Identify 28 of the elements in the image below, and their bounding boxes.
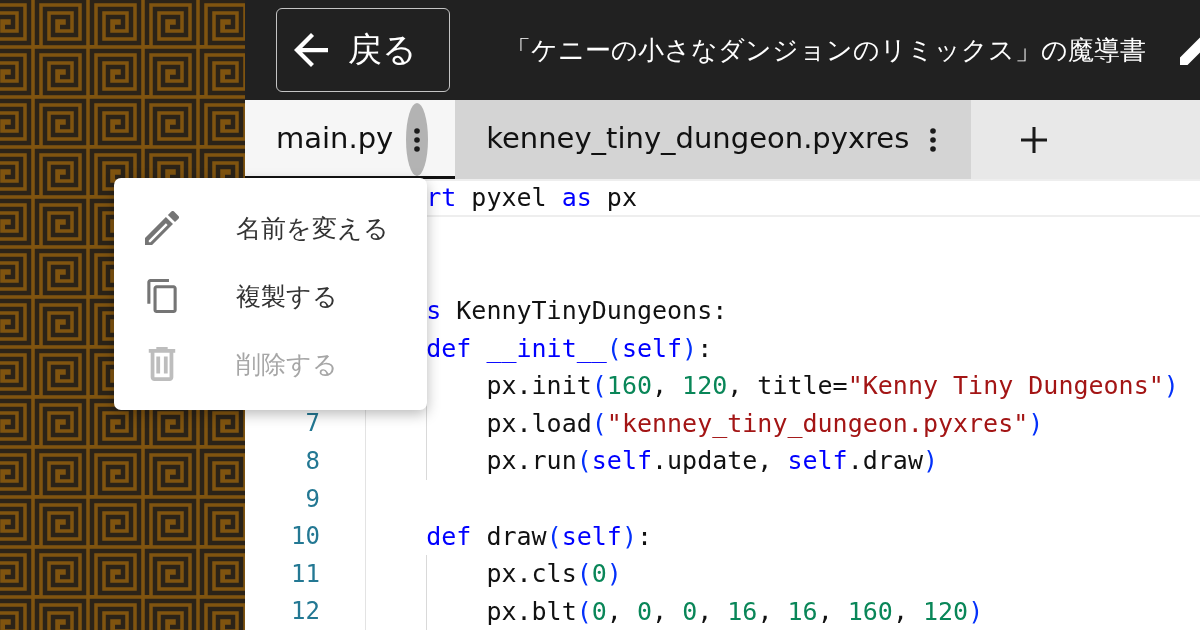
code-line: px.blt(0, 0, 0, 16, 16, 160, 120) — [486, 596, 984, 626]
line-number: 12 — [291, 597, 320, 626]
vertical-dots-icon — [930, 126, 937, 153]
line-number: 7 — [305, 409, 320, 438]
code-line: s KennyTinyDungeons: — [426, 296, 728, 326]
arrow-left-icon — [294, 33, 328, 67]
tab-menu-button[interactable] — [406, 103, 429, 176]
back-button[interactable]: 戻る — [276, 8, 450, 92]
line-number: 11 — [291, 559, 320, 588]
vertical-dots-icon — [414, 126, 421, 153]
plus-icon — [1021, 126, 1048, 153]
menu-item[interactable]: 名前を変える — [114, 194, 427, 262]
code-line: px.cls(0) — [486, 559, 622, 589]
code-line: def draw(self): — [426, 521, 653, 551]
notebook-title: 「ケニーの小さなダンジョンのリミックス」の魔導書 — [505, 34, 1146, 67]
tab[interactable]: main.py — [245, 100, 456, 179]
line-number: 8 — [305, 446, 320, 475]
code-line: px.init(160, 120, title="Kenny Tiny Dungeons") — [486, 371, 1179, 401]
tab[interactable]: kenney_tiny_dungeon.pyxres — [455, 100, 972, 179]
code-line: px.load("kenney_tiny_dungeon.pyxres") — [486, 408, 1044, 438]
menu-item[interactable]: 複製する — [114, 262, 427, 330]
code-line: def __init__(self): — [426, 333, 713, 363]
pencil-icon — [145, 211, 179, 245]
copy-icon — [145, 279, 179, 313]
line-number: 10 — [291, 522, 320, 551]
line-number: 9 — [305, 484, 320, 513]
code-line: rt pyxel as px — [426, 183, 637, 213]
code-line: px.run(self.update, self.draw) — [486, 446, 938, 476]
